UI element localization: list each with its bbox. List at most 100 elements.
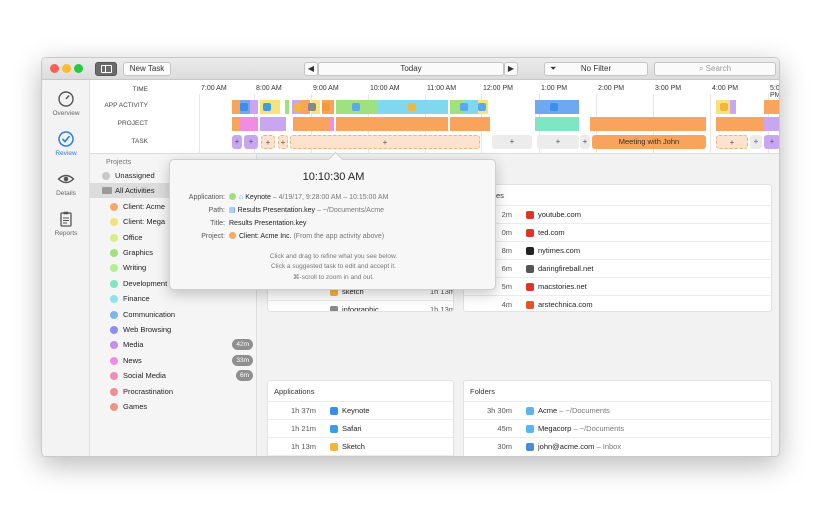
list-item[interactable]: 1h 13m infographic (268, 300, 453, 311)
project-item[interactable]: Communication (90, 307, 257, 322)
project-segment[interactable] (240, 117, 258, 131)
project-item[interactable]: Finance (90, 291, 257, 306)
add-task-button[interactable]: + (716, 135, 748, 149)
item-name: macstories.net (538, 282, 587, 291)
list-item[interactable]: 1h 13m Sketch (268, 437, 453, 455)
sidebar-toggle-button[interactable] (95, 62, 117, 76)
nav-details-label: Details (56, 190, 76, 197)
project-segment[interactable] (336, 117, 416, 131)
project-color-dot (110, 233, 118, 242)
project-segment[interactable] (330, 117, 334, 131)
list-item[interactable]: 2m youtube.com (464, 205, 771, 223)
funnel-icon: ⏷ (550, 64, 557, 73)
list-item[interactable]: 1h 37m Keynote (268, 401, 453, 419)
list-item[interactable]: 3h 30m Acme – ~/Documents (464, 401, 771, 419)
folder-icon (102, 187, 112, 195)
app-activity-segment[interactable] (232, 100, 240, 114)
search-field[interactable]: ⌕ Search (654, 62, 776, 76)
project-name: Social Media (123, 371, 166, 381)
project-segment[interactable] (416, 117, 448, 131)
project-item[interactable]: Media 42m (90, 337, 257, 352)
app-activity-segment[interactable] (285, 100, 289, 114)
path-label: Path: (208, 207, 225, 214)
item-name: Acme (538, 406, 558, 415)
item-name: arstechnica.com (538, 300, 593, 309)
minimize-button[interactable] (62, 64, 71, 73)
project-segment[interactable] (293, 117, 330, 131)
previous-day-button[interactable]: ◀ (304, 62, 318, 76)
hour-tick-label: 4:00 PM (712, 85, 739, 92)
project-segment[interactable] (535, 117, 579, 131)
websites-title: es (496, 191, 504, 200)
add-task-button[interactable]: + (278, 135, 288, 149)
list-item[interactable]: 8m nytimes.com (464, 241, 771, 259)
app-activity-segment[interactable] (250, 100, 258, 114)
filter-dropdown[interactable]: ⏷ No Filter (544, 62, 648, 76)
project-segment[interactable] (450, 117, 490, 131)
add-task-button[interactable]: + (244, 135, 258, 149)
add-task-button[interactable]: + (750, 135, 762, 149)
zoom-button[interactable] (74, 64, 83, 73)
nav-overview[interactable]: Overview (42, 90, 90, 117)
app-icon (263, 103, 271, 111)
popover-application-row: Application: ⌂ Keynote – 4/19/17, 9:28:0… (170, 192, 497, 204)
row-label-time: TIME (132, 86, 148, 93)
nav-reports[interactable]: Reports (42, 210, 90, 237)
add-task-button[interactable]: + (261, 135, 275, 149)
list-item[interactable]: 1h 21m Safari (268, 419, 453, 437)
project-segment[interactable] (716, 117, 766, 131)
project-segment[interactable] (764, 117, 779, 131)
app-activity-segment[interactable] (764, 100, 779, 114)
add-task-button[interactable]: + (492, 135, 532, 149)
list-item[interactable]: 45m Megacorp – ~/Documents (464, 419, 771, 437)
task-meeting-with-john[interactable]: Meeting with John (592, 135, 706, 149)
hour-tick-label: 9:00 AM (313, 85, 339, 92)
nav-details[interactable]: Details (42, 170, 90, 197)
app-icon (293, 103, 301, 111)
project-color-dot (229, 232, 236, 239)
project-segment[interactable] (260, 117, 286, 131)
add-task-button[interactable]: + (764, 135, 779, 149)
list-item[interactable]: 5m macstories.net (464, 277, 771, 295)
project-item[interactable]: News 33m (90, 353, 257, 368)
nav-review[interactable]: Review (42, 130, 90, 157)
project-color-dot (110, 249, 118, 257)
app-activity-segment[interactable] (730, 100, 736, 114)
list-item[interactable]: 45mXcode (268, 455, 453, 457)
application-name: Keynote (245, 194, 271, 201)
folders-card: Folders 3h 30m Acme – ~/Documents 45m Megac… (463, 380, 772, 456)
close-button[interactable] (50, 64, 59, 73)
add-task-button[interactable]: + (580, 135, 590, 149)
app-icon (322, 103, 330, 111)
hour-tick-label: 11:00 AM (427, 85, 457, 92)
next-day-button[interactable]: ▶ (504, 62, 518, 76)
list-item[interactable]: 6m daringfireball.net (464, 259, 771, 277)
project-color-dot (110, 264, 118, 273)
new-task-button[interactable]: New Task (123, 62, 171, 76)
today-button[interactable]: Today (318, 62, 504, 76)
project-color-dot (110, 372, 118, 381)
path-meta: – ~/Documents/Acme (315, 207, 385, 214)
toolbar: New Task ◀ Today ▶ ⏷ No Filter ⌕ Search (42, 58, 779, 80)
project-item[interactable]: Social Media 6m (90, 368, 257, 383)
duration: 45m (268, 456, 316, 457)
suggested-task[interactable]: + (290, 135, 480, 149)
checkmark-circle-icon (58, 131, 74, 147)
hour-tick-label: 7:00 AM (201, 85, 227, 92)
add-task-button[interactable]: + (537, 135, 579, 149)
item-icon (526, 301, 534, 309)
applications-title: Applications (274, 387, 315, 396)
list-item[interactable]: 30m john@acme.com – Inbox (464, 437, 771, 455)
list-item[interactable]: 4m arstechnica.com (464, 295, 771, 311)
project-item[interactable]: Games (90, 399, 257, 414)
list-item[interactable]: 0m ted.com (464, 223, 771, 241)
project-item[interactable]: Procrastination (90, 384, 257, 399)
add-task-button[interactable]: + (232, 135, 242, 149)
project-color-dot (110, 341, 118, 350)
path-name: Results Presentation.key (237, 207, 315, 214)
duration: 1h 13m (290, 442, 316, 451)
project-segment[interactable] (232, 117, 240, 131)
project-segment[interactable] (590, 117, 706, 131)
timeline[interactable]: TIME APP ACTIVITY PROJECT TASK 7:00 AM 8:… (90, 80, 779, 154)
project-item[interactable]: Web Browsing (90, 322, 257, 337)
